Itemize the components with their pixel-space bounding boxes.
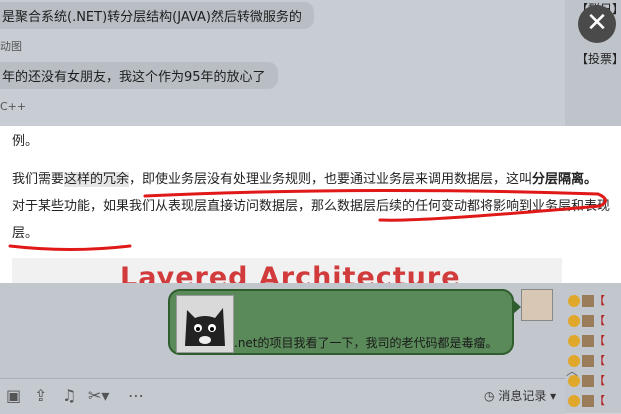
- message-history-button[interactable]: ◷ 消息记录 ▾: [484, 387, 556, 404]
- music-icon[interactable]: ♫: [62, 386, 76, 405]
- member-item[interactable]: 【: [568, 392, 621, 408]
- upload-icon[interactable]: ⇪: [34, 386, 47, 405]
- chat-sub-label: C++: [0, 100, 27, 113]
- slide-title: Layered Architecture: [120, 262, 461, 283]
- bubble-text: .net的项目我看了一下，我司的老代码都是毒瘤。: [234, 336, 498, 350]
- member-item[interactable]: 【: [568, 332, 621, 348]
- chevron-up-icon[interactable]: ︿: [566, 362, 578, 379]
- highlighted-text: 这样的冗余: [64, 172, 130, 187]
- more-icon[interactable]: ⋯: [128, 386, 144, 405]
- article-paragraph: 我们需要这样的冗余，即使业务层没有处理业务规则，也要通过业务层来调用数据层，这叫…: [12, 166, 612, 247]
- article-lead: 例。: [12, 134, 39, 149]
- chat-message: 年的还没有女朋友，我这个作为95年的放心了: [0, 62, 278, 89]
- article-text: ，即使业务层没有处理业务规则，也要通过业务层来调用数据层，这叫: [129, 172, 533, 187]
- article-text: 对于某些功能，如果我们从表现层直接访问数据层，那么数据层后续的任何变动都将影响到…: [12, 199, 611, 241]
- article-text: 我们需要: [12, 172, 65, 187]
- scissors-icon[interactable]: ✂▾: [88, 386, 109, 405]
- image-icon[interactable]: ▣: [6, 386, 21, 405]
- close-icon[interactable]: ✕: [578, 5, 616, 43]
- member-item[interactable]: 【: [568, 292, 621, 308]
- side-panel-item[interactable]: 【投票】 (: [576, 50, 621, 67]
- chat-bubble: .net的项目我看了一下，我司的老代码都是毒瘤。: [168, 289, 521, 355]
- chat-toolbar: ▣ ⇪ ♫ ✂▾ ⋯ ◷ 消息记录 ▾: [0, 378, 565, 414]
- bubble-tail: [512, 299, 521, 315]
- chat-sub-label: 动图: [0, 40, 22, 53]
- member-item[interactable]: 【: [568, 312, 621, 328]
- clock-icon: ◷: [484, 389, 495, 403]
- chat-message: 是聚合系统(.NET)转分层结构(JAVA)然后转微服务的: [0, 2, 314, 29]
- avatar[interactable]: [521, 289, 553, 321]
- cat-sticker-image: [176, 295, 234, 353]
- slide-thumbnail: Layered Architecture: [12, 258, 562, 283]
- bold-term: 分层隔离。: [532, 172, 598, 187]
- chevron-down-icon: ▾: [550, 389, 557, 403]
